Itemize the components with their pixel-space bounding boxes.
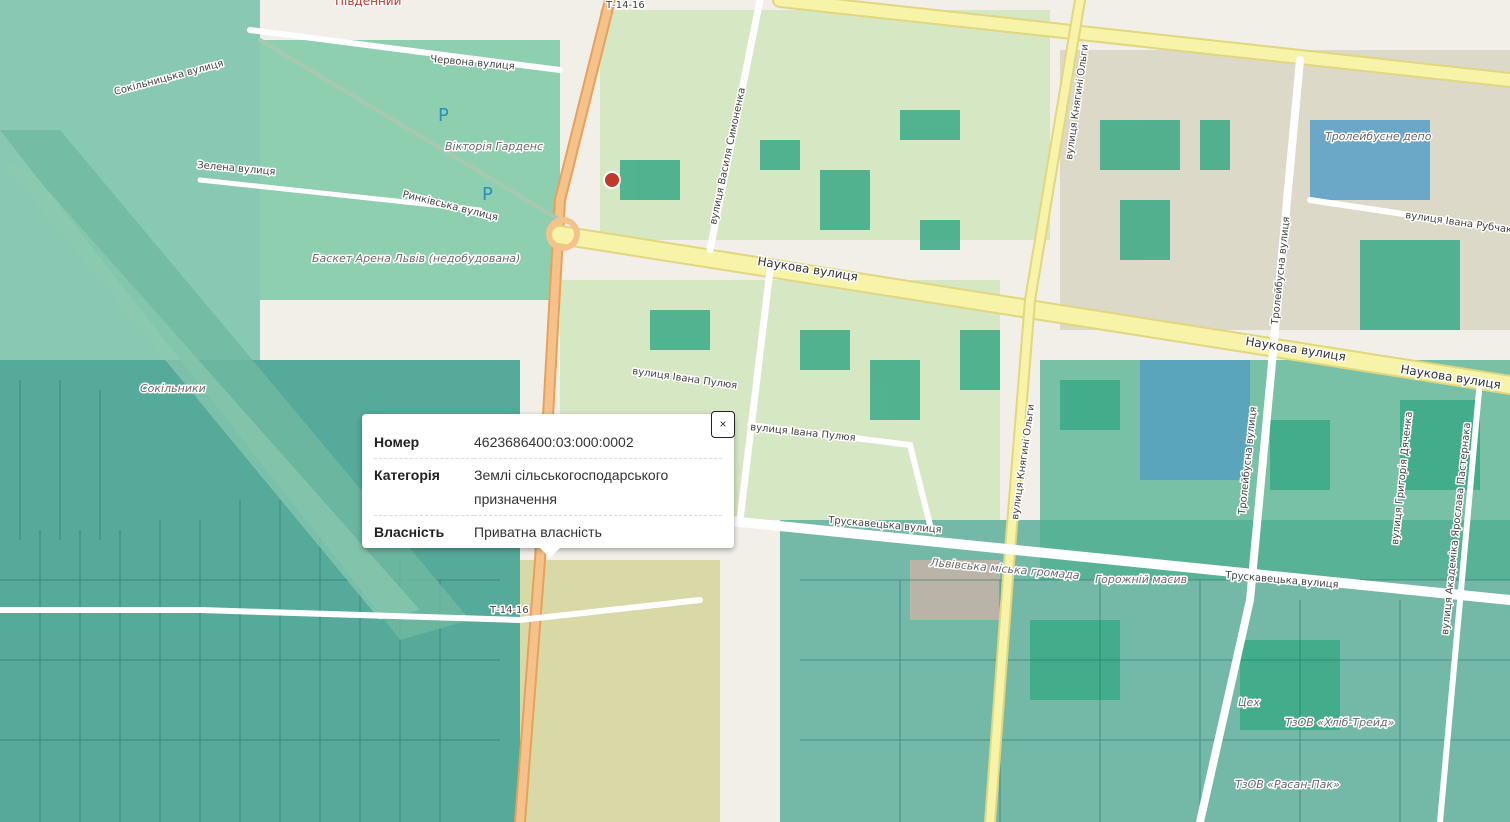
label-t1416-bottom: Т-14-16 (489, 605, 529, 616)
parking-icon: P (438, 105, 449, 126)
popup-tip (540, 548, 560, 558)
label-victoria: Вікторія Гарденс (445, 140, 543, 153)
label-rasan: ТзОВ «Расан-Пак» (1235, 778, 1340, 791)
table-row: Номер 4623686400:03:000:0002 (374, 426, 722, 459)
parcel-info-popup: Номер 4623686400:03:000:0002 Категорія З… (362, 414, 734, 558)
table-row: Категорія Землі сільськогосподарського пр… (374, 458, 722, 516)
number-value: 4623686400:03:000:0002 (474, 434, 634, 450)
table-row: Власність Приватна власність (374, 515, 722, 548)
label-khlib: ТзОВ «Хліб-Трейд» (1285, 716, 1395, 729)
blue-parcel (1140, 360, 1250, 480)
ownership-label: Власність (374, 515, 474, 548)
label-trolley-depot: Тролейбусне депо (1325, 130, 1432, 143)
parcel-info-table: Номер 4623686400:03:000:0002 Категорія З… (374, 426, 722, 548)
label-t1416-top: Т-14-16 (605, 0, 645, 11)
category-value: Землі сільськогосподарського призначення (474, 458, 722, 516)
number-label: Номер (374, 434, 420, 450)
hospital-icon[interactable] (603, 171, 621, 189)
label-tsekh: Цех (1238, 696, 1260, 709)
close-popup-button[interactable]: × (711, 411, 735, 438)
parking-icon: P (482, 184, 493, 205)
label-pivdennyi: Південний (335, 0, 401, 8)
label-horozhnyi: Горожній масив (1095, 573, 1187, 586)
label-arena: Баскет Арена Львів (недобудована) (312, 252, 520, 265)
ownership-value: Приватна власність (474, 515, 722, 548)
label-sokilnyky: Сокільники (140, 382, 206, 395)
map-canvas[interactable]: Наукова вулиця Наукова вулиця Наукова ву… (0, 0, 1510, 822)
category-label: Категорія (374, 458, 474, 516)
